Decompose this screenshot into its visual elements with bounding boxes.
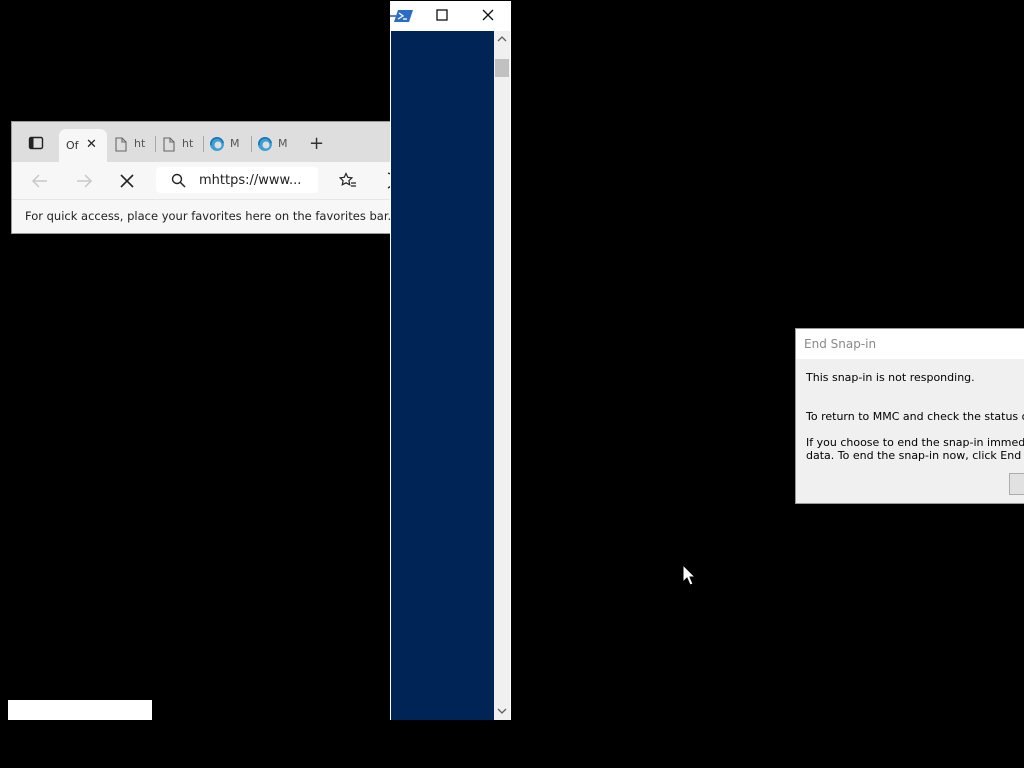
tab-label: M bbox=[278, 137, 288, 150]
tab-title: Of bbox=[66, 139, 79, 152]
dialog-message-3: If you choose to end the snap-in immedia… bbox=[806, 436, 1024, 449]
tab-active[interactable]: Of ✕ bbox=[59, 129, 107, 162]
powershell-title-bar bbox=[390, 1, 511, 31]
edge-icon bbox=[258, 137, 272, 151]
favorites-bar-message: For quick access, place your favorites h… bbox=[25, 209, 391, 223]
stop-loading-icon[interactable] bbox=[120, 174, 134, 188]
tab-separator bbox=[251, 136, 252, 152]
dialog-message-4: data. To end the snap-in now, click End … bbox=[806, 449, 1024, 462]
dialog-title: End Snap-in bbox=[804, 337, 877, 351]
vertical-scrollbar[interactable] bbox=[494, 31, 510, 720]
tab-4[interactable]: M bbox=[208, 135, 252, 153]
tab-strip: Of ✕ ht ht M M + bbox=[12, 122, 391, 162]
new-tab-button[interactable]: + bbox=[309, 133, 324, 154]
blank-white-box bbox=[8, 700, 152, 720]
address-text: mhttps://www... bbox=[199, 173, 302, 188]
page-icon bbox=[163, 137, 175, 152]
close-tab-icon[interactable]: ✕ bbox=[86, 137, 97, 152]
mouse-cursor-icon bbox=[682, 564, 696, 586]
address-bar[interactable]: mhttps://www... bbox=[156, 167, 318, 193]
tab-3[interactable]: ht bbox=[160, 135, 204, 153]
tab-separator bbox=[203, 136, 204, 152]
tab-label: ht bbox=[134, 137, 146, 150]
browser-toolbar: mhttps://www... bbox=[12, 162, 391, 199]
maximize-icon[interactable] bbox=[436, 9, 448, 21]
back-icon[interactable] bbox=[31, 173, 49, 189]
powershell-icon bbox=[390, 10, 413, 22]
page-icon bbox=[115, 137, 127, 152]
powershell-console[interactable] bbox=[391, 31, 494, 720]
edge-browser-window: Of ✕ ht ht M M + mhttps://www... For qui… bbox=[11, 121, 391, 234]
scroll-thumb[interactable] bbox=[495, 59, 509, 77]
favorites-bar-text: For quick access, place your favorites h… bbox=[25, 209, 391, 223]
dialog-message-2: To return to MMC and check the status of… bbox=[806, 410, 1024, 423]
edge-icon bbox=[210, 137, 224, 151]
powershell-window bbox=[390, 1, 511, 720]
scroll-down-icon[interactable] bbox=[497, 707, 507, 715]
dialog-message-1: This snap-in is not responding. bbox=[806, 371, 975, 384]
forward-icon[interactable] bbox=[75, 173, 93, 189]
close-icon[interactable] bbox=[482, 9, 494, 21]
tab-2[interactable]: ht bbox=[112, 135, 156, 153]
tab-actions-icon[interactable] bbox=[28, 135, 44, 151]
end-snapin-dialog: End Snap-in This snap-in is not respondi… bbox=[795, 328, 1024, 504]
dialog-button[interactable] bbox=[1009, 473, 1024, 495]
scroll-up-icon[interactable] bbox=[497, 35, 507, 43]
search-icon bbox=[171, 173, 186, 188]
tab-5[interactable]: M bbox=[256, 135, 300, 153]
tab-separator bbox=[155, 136, 156, 152]
dialog-title-bar: End Snap-in bbox=[796, 329, 1024, 359]
favorites-star-icon[interactable] bbox=[339, 172, 357, 189]
tab-label: M bbox=[230, 137, 240, 150]
tab-label: ht bbox=[182, 137, 194, 150]
favorites-bar: For quick access, place your favorites h… bbox=[12, 199, 391, 233]
